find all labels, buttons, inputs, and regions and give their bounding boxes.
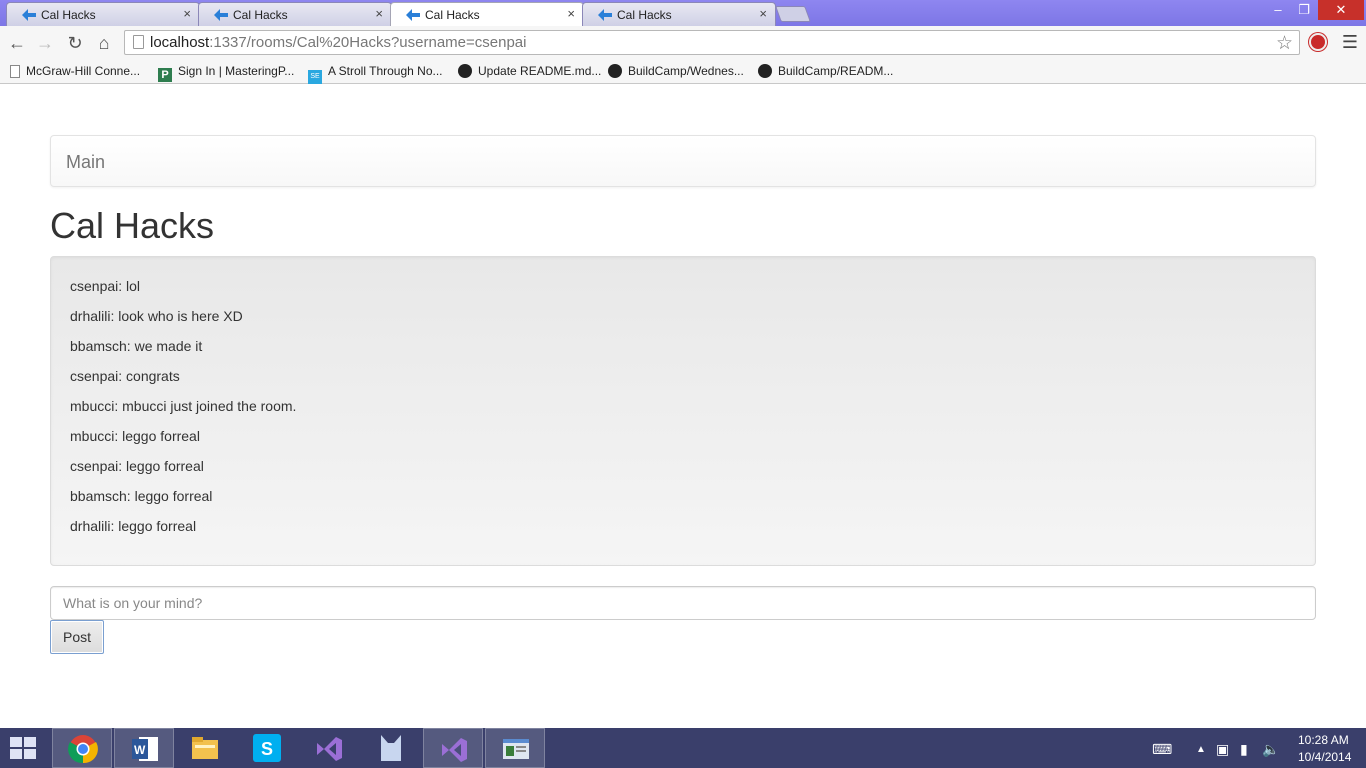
page-icon: [133, 35, 144, 49]
tab-title: Cal Hacks: [425, 8, 480, 22]
close-icon[interactable]: ×: [375, 6, 383, 21]
network-icon[interactable]: ▣: [1216, 741, 1229, 758]
tab-title: Cal Hacks: [41, 8, 96, 22]
chat-message: mbucci: leggo forreal: [70, 428, 200, 444]
bookmark-item[interactable]: P Sign In | MasteringP...: [158, 62, 294, 82]
favicon-icon: [598, 9, 612, 21]
bookmark-item[interactable]: BuildCamp/Wednes...: [608, 62, 744, 80]
tab-title: Cal Hacks: [233, 8, 288, 22]
show-hidden-icons-icon[interactable]: ▲: [1196, 744, 1206, 755]
chat-message: bbamsch: we made it: [70, 338, 203, 354]
chat-message: csenpai: congrats: [70, 368, 180, 384]
bookmark-item[interactable]: McGraw-Hill Conne...: [10, 62, 140, 80]
svg-text:S: S: [261, 739, 273, 759]
keyboard-icon[interactable]: ⌨: [1152, 741, 1172, 758]
bookmark-item[interactable]: BuildCamp/READM...: [758, 62, 893, 80]
battery-icon[interactable]: ▮: [1240, 741, 1248, 758]
tab-title: Cal Hacks: [617, 8, 672, 22]
taskbar-window-app[interactable]: [485, 728, 545, 768]
taskbar-file-explorer[interactable]: [175, 728, 235, 768]
pearson-icon: P: [158, 68, 172, 82]
menu-icon[interactable]: ☰: [1340, 32, 1360, 52]
taskbar-visual-studio[interactable]: [299, 728, 359, 768]
home-icon[interactable]: ⌂: [93, 32, 115, 54]
favicon-icon: [22, 9, 36, 21]
taskbar-app[interactable]: [361, 728, 421, 768]
window-close-icon[interactable]: ✕: [1318, 0, 1364, 20]
github-icon: [458, 64, 472, 78]
browser-tab-active[interactable]: Cal Hacks ×: [390, 2, 584, 26]
bookmark-item[interactable]: Update README.md...: [458, 62, 601, 80]
bookmarks-bar: McGraw-Hill Conne... P Sign In | Masterin…: [0, 59, 1366, 84]
page-title: Cal Hacks: [50, 205, 215, 246]
close-icon[interactable]: ×: [567, 6, 575, 21]
chat-messages: csenpai: lol drhalili: look who is here …: [50, 256, 1316, 566]
windows-start-icon[interactable]: [10, 737, 38, 759]
restore-icon[interactable]: ❐: [1292, 0, 1316, 20]
back-arrow-icon[interactable]: ←: [6, 32, 28, 54]
taskbar-chrome[interactable]: [52, 728, 112, 768]
navbar: Main: [50, 135, 1316, 187]
github-icon: [758, 64, 772, 78]
app-icon: [381, 735, 401, 761]
volume-icon[interactable]: 🔈: [1262, 741, 1279, 758]
address-url: localhost:1337/rooms/Cal%20Hacks?usernam…: [150, 34, 527, 51]
chat-message: drhalili: leggo forreal: [70, 518, 197, 534]
taskbar-skype[interactable]: S: [237, 728, 297, 768]
clock-time[interactable]: 10:28 AM: [1298, 733, 1349, 747]
navbar-brand-link[interactable]: Main: [66, 152, 105, 173]
visual-studio-icon: [442, 738, 467, 762]
clock-date[interactable]: 10/4/2014: [1298, 750, 1351, 764]
bookmark-item[interactable]: SE A Stroll Through No...: [308, 62, 443, 84]
chat-message: csenpai: lol: [70, 278, 141, 294]
chat-message: csenpai: leggo forreal: [70, 458, 204, 474]
taskbar-word[interactable]: W: [114, 728, 174, 768]
word-icon: W: [132, 737, 158, 761]
page-icon: [10, 65, 20, 78]
minimize-icon[interactable]: –: [1266, 0, 1290, 20]
browser-tab[interactable]: Cal Hacks ×: [6, 2, 200, 26]
new-tab-button[interactable]: [775, 6, 811, 22]
extension-icon[interactable]: [1309, 33, 1327, 51]
tab-strip: Cal Hacks × Cal Hacks × Cal Hacks × Cal …: [0, 0, 1366, 26]
chat-message: drhalili: look who is here XD: [70, 308, 243, 324]
chat-message: bbamsch: leggo forreal: [70, 488, 213, 504]
visual-studio-icon: [317, 737, 342, 761]
message-input[interactable]: [50, 586, 1316, 620]
close-icon[interactable]: ×: [759, 6, 767, 21]
se-icon: SE: [308, 70, 322, 84]
address-bar[interactable]: localhost:1337/rooms/Cal%20Hacks?usernam…: [124, 30, 1300, 55]
taskbar-visual-studio-2[interactable]: [423, 728, 483, 768]
skype-icon: S: [253, 734, 281, 762]
chrome-icon: [68, 735, 98, 764]
file-explorer-icon: [192, 737, 218, 759]
svg-text:W: W: [134, 743, 146, 757]
close-icon[interactable]: ×: [183, 6, 191, 21]
post-button[interactable]: Post: [50, 620, 104, 654]
favicon-icon: [406, 9, 420, 21]
bookmark-star-icon[interactable]: ☆: [1276, 32, 1293, 55]
window-app-icon: [503, 739, 529, 759]
chat-message: mbucci: mbucci just joined the room.: [70, 398, 297, 414]
github-icon: [608, 64, 622, 78]
browser-tab[interactable]: Cal Hacks ×: [198, 2, 392, 26]
favicon-icon: [214, 9, 228, 21]
forward-arrow-icon[interactable]: →: [34, 32, 56, 54]
reload-icon[interactable]: ↻: [64, 32, 86, 54]
browser-tab[interactable]: Cal Hacks ×: [582, 2, 776, 26]
